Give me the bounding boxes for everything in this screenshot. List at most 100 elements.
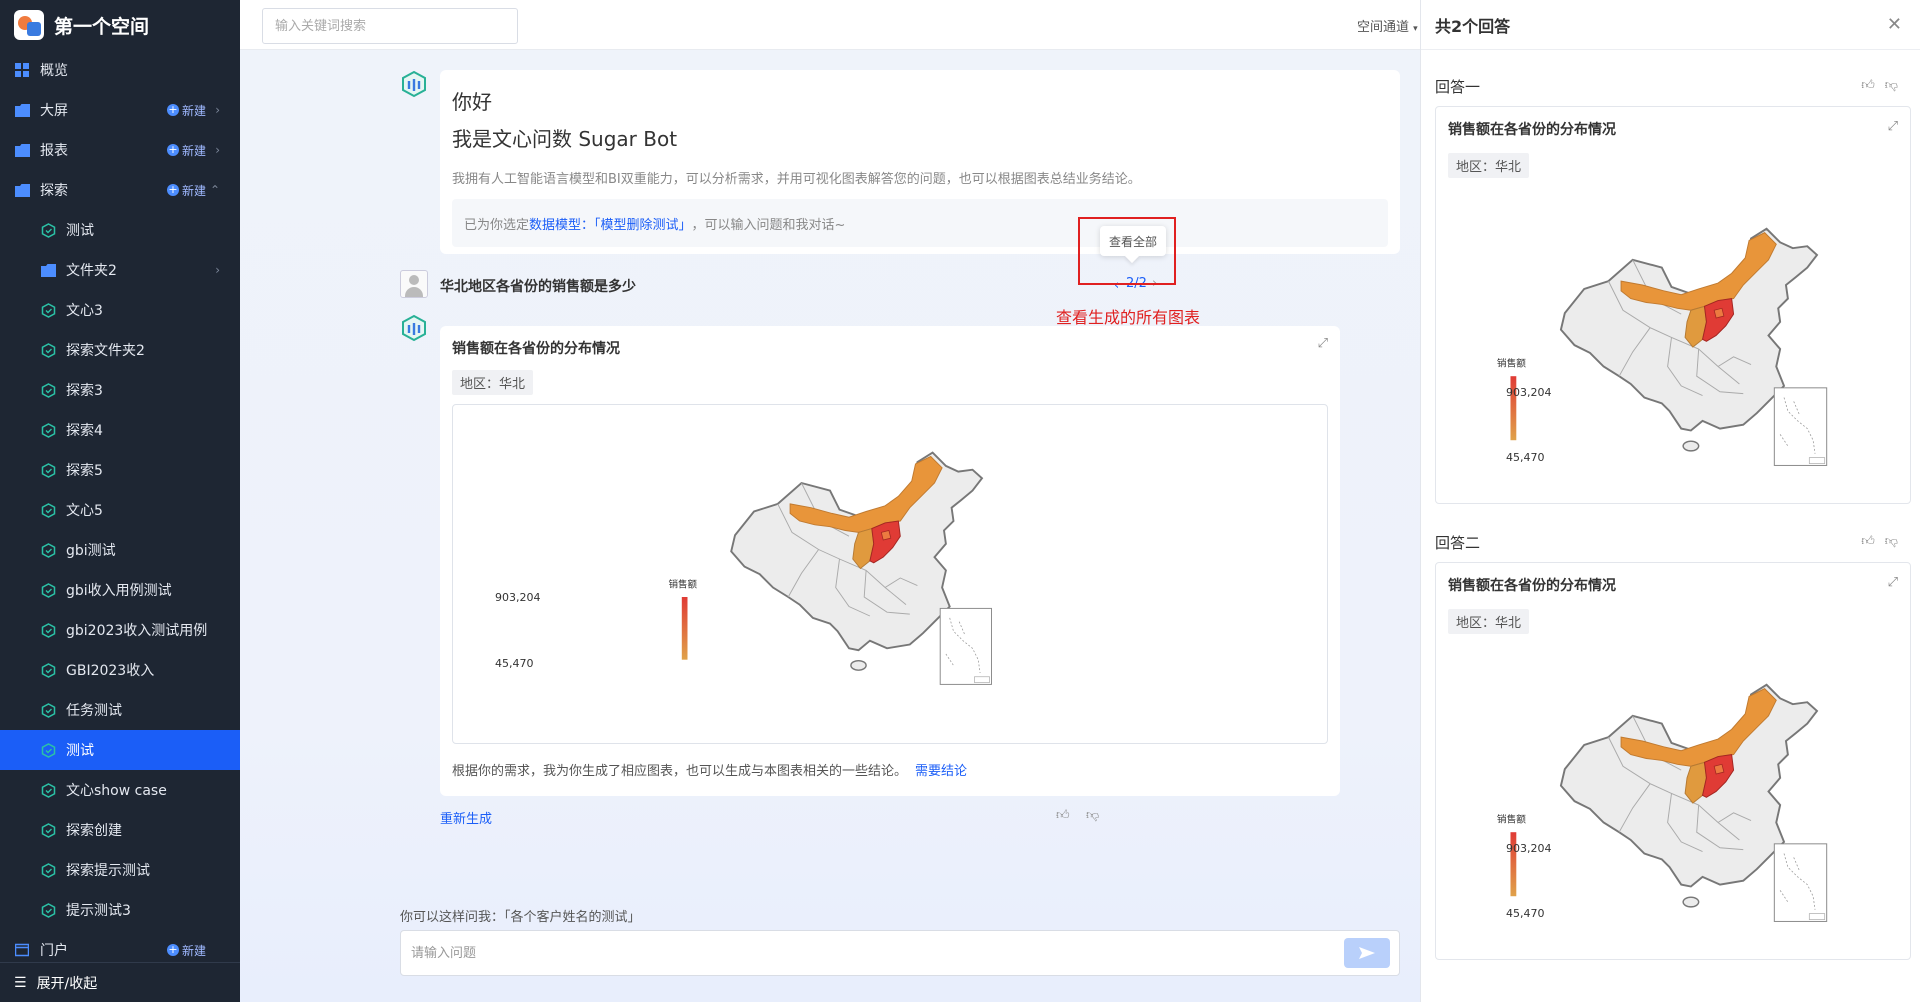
sidebar-item[interactable]: GBI2023收入	[0, 650, 240, 690]
sidebar-item[interactable]: 概览	[0, 50, 240, 90]
sidebar-item-label: gbi收入用例测试	[66, 583, 172, 599]
explore-icon	[40, 702, 56, 718]
suggestion-text[interactable]: 你可以这样问我：「各个客户姓名的测试」	[400, 906, 641, 925]
sidebar-item-label: 概览	[40, 63, 68, 79]
data-model-link[interactable]: 数据模型：「模型删除测试」	[529, 214, 692, 233]
search-input[interactable]	[262, 8, 518, 44]
new-button[interactable]: + 新建	[166, 942, 206, 959]
explore-icon	[40, 622, 56, 638]
sidebar-item-label: 测试	[66, 743, 94, 759]
legend-min-label: 45,470	[495, 657, 534, 670]
thumbs-up-icon[interactable]: 👍︎	[1861, 534, 1885, 549]
sidebar-item[interactable]: gbi收入用例测试	[0, 570, 240, 610]
sidebar-item[interactable]: 门户 + 新建	[0, 930, 240, 962]
answers-panel: 共2个回答 ✕ 回答一 👍︎👎︎ 销售额在各省份的分布情况 地区：华北 ⤢ 90…	[1420, 0, 1920, 1002]
china-map-chart[interactable]: 903,204 45,470	[452, 404, 1328, 744]
sidebar-item[interactable]: 提示测试3	[0, 890, 240, 930]
sidebar: 第一个空间 概览 大屏 + 新建 › 报表 + 新建 › 探索 + 新建 ⌃ 测试 文件夹2 › 文心3 探索文件…	[0, 0, 240, 1002]
need-conclusion-link[interactable]: 需要结论	[915, 764, 967, 779]
chevron-right-icon[interactable]: ›	[215, 143, 220, 157]
chevron-up-icon[interactable]: ⌃	[210, 183, 220, 197]
folder-icon	[14, 182, 30, 198]
new-button[interactable]: + 新建	[166, 182, 206, 199]
grid-icon	[14, 62, 30, 78]
sidebar-item-label: 探索3	[66, 383, 103, 399]
sidebar-item-label: 文心5	[66, 503, 103, 519]
sidebar-item[interactable]: gbi2023收入测试用例	[0, 610, 240, 650]
sidebar-item-label: 大屏	[40, 103, 68, 119]
sidebar-item[interactable]: 探索文件夹2	[0, 330, 240, 370]
regenerate-button[interactable]: 重新生成	[440, 808, 492, 827]
user-avatar	[400, 270, 428, 298]
sidebar-item[interactable]: 测试	[0, 210, 240, 250]
thumbs-down-icon[interactable]: 👎︎	[1885, 78, 1908, 93]
sidebar-item-label: 报表	[40, 143, 68, 159]
sidebar-item[interactable]: 任务测试	[0, 690, 240, 730]
new-button-label: 新建	[181, 183, 206, 198]
thumbs-down-icon[interactable]: 👎︎	[1885, 534, 1908, 549]
sidebar-item-label: 提示测试3	[66, 903, 131, 919]
sidebar-item[interactable]: 探索3	[0, 370, 240, 410]
sidebar-nav: 概览 大屏 + 新建 › 报表 + 新建 › 探索 + 新建 ⌃ 测试 文件夹2 › 文心3 探索文件夹2 探索3 探…	[0, 50, 240, 962]
chevron-right-icon[interactable]: ›	[215, 263, 220, 277]
sidebar-item[interactable]: 大屏 + 新建 ›	[0, 90, 240, 130]
sidebar-item[interactable]: 文心5	[0, 490, 240, 530]
space-channel-dropdown[interactable]: 空间通道 ▾	[1357, 16, 1418, 35]
answer-two-map: 903,204 45,470	[1495, 683, 1828, 923]
sidebar-item[interactable]: gbi测试	[0, 530, 240, 570]
answer-card: 销售额在各省份的分布情况 地区：华北 ⤢ 903,204 45,470 根据你的…	[440, 326, 1340, 796]
explore-icon	[40, 302, 56, 318]
sidebar-item-label: 探索创建	[66, 823, 122, 839]
question-input[interactable]	[400, 930, 1400, 976]
new-button[interactable]: + 新建	[166, 102, 206, 119]
folder-icon	[14, 142, 30, 158]
welcome-bot-name: 我是文心问数 Sugar Bot	[452, 127, 678, 151]
answer-one-feedback[interactable]: 👍︎👎︎	[1861, 78, 1908, 93]
sidebar-item[interactable]: 探索5	[0, 450, 240, 490]
thumbs-up-icon[interactable]: 👍︎	[1056, 808, 1070, 823]
sidebar-item-label: 文心show case	[66, 783, 167, 799]
send-button[interactable]	[1344, 938, 1390, 968]
sidebar-item-label: 探索提示测试	[66, 863, 150, 879]
sidebar-item[interactable]: 探索提示测试	[0, 850, 240, 890]
answer-footer-text: 根据你的需求，我为你生成了相应图表，也可以生成与本图表相关的一些结论。	[452, 764, 908, 779]
sidebar-item-label: 文心3	[66, 303, 103, 319]
sidebar-item[interactable]: 探索4	[0, 410, 240, 450]
expand-icon[interactable]: ⤢	[1318, 336, 1328, 351]
welcome-card: 你好 我是文心问数 Sugar Bot 我拥有人工智能语言模型和BI双重能力，可…	[440, 70, 1400, 254]
sidebar-item-label: 文件夹2	[66, 263, 117, 279]
thumbs-up-icon[interactable]: 👍︎	[1861, 78, 1885, 93]
explore-icon	[40, 502, 56, 518]
model-suffix: ，可以输入问题和我对话~	[691, 217, 846, 233]
explore-icon	[40, 222, 56, 238]
caret-down-icon: ▾	[1413, 24, 1418, 34]
legend-max-label: 903,204	[1506, 842, 1552, 855]
sidebar-item[interactable]: 文心3	[0, 290, 240, 330]
thumbs-down-icon[interactable]: 👎︎	[1086, 808, 1099, 823]
sidebar-item[interactable]: 报表 + 新建 ›	[0, 130, 240, 170]
explore-icon	[40, 822, 56, 838]
sidebar-item[interactable]: 测试	[0, 730, 240, 770]
answer-one-card[interactable]: 销售额在各省份的分布情况 地区：华北 ⤢ 903,204 45,470	[1435, 106, 1911, 504]
portal-icon	[14, 942, 30, 958]
explore-icon	[40, 742, 56, 758]
sidebar-item[interactable]: 探索创建	[0, 810, 240, 850]
answer-two-card[interactable]: 销售额在各省份的分布情况 地区：华北 ⤢ 903,204 45,470	[1435, 562, 1911, 960]
new-button[interactable]: + 新建	[166, 142, 206, 159]
chevron-right-icon[interactable]: ›	[215, 103, 220, 117]
sidebar-item-label: 探索4	[66, 423, 103, 439]
sidebar-item[interactable]: 探索 + 新建 ⌃	[0, 170, 240, 210]
expand-icon[interactable]: ⤢	[1888, 119, 1898, 134]
expand-icon[interactable]: ⤢	[1888, 575, 1898, 590]
sidebar-item-label: gbi2023收入测试用例	[66, 623, 208, 639]
sidebar-item[interactable]: 文件夹2 ›	[0, 250, 240, 290]
space-title[interactable]: 第一个空间	[54, 12, 149, 39]
collapse-toggle[interactable]: ☰ 展开/收起	[0, 962, 240, 1002]
legend-min-label: 45,470	[1506, 451, 1545, 464]
answer-two-feedback[interactable]: 👍︎👎︎	[1861, 534, 1908, 549]
close-icon[interactable]: ✕	[1887, 14, 1902, 35]
space-logo-icon	[14, 10, 44, 40]
sidebar-item[interactable]: 文心show case	[0, 770, 240, 810]
answer-chart-title: 销售额在各省份的分布情况	[452, 341, 620, 357]
explore-icon	[40, 342, 56, 358]
